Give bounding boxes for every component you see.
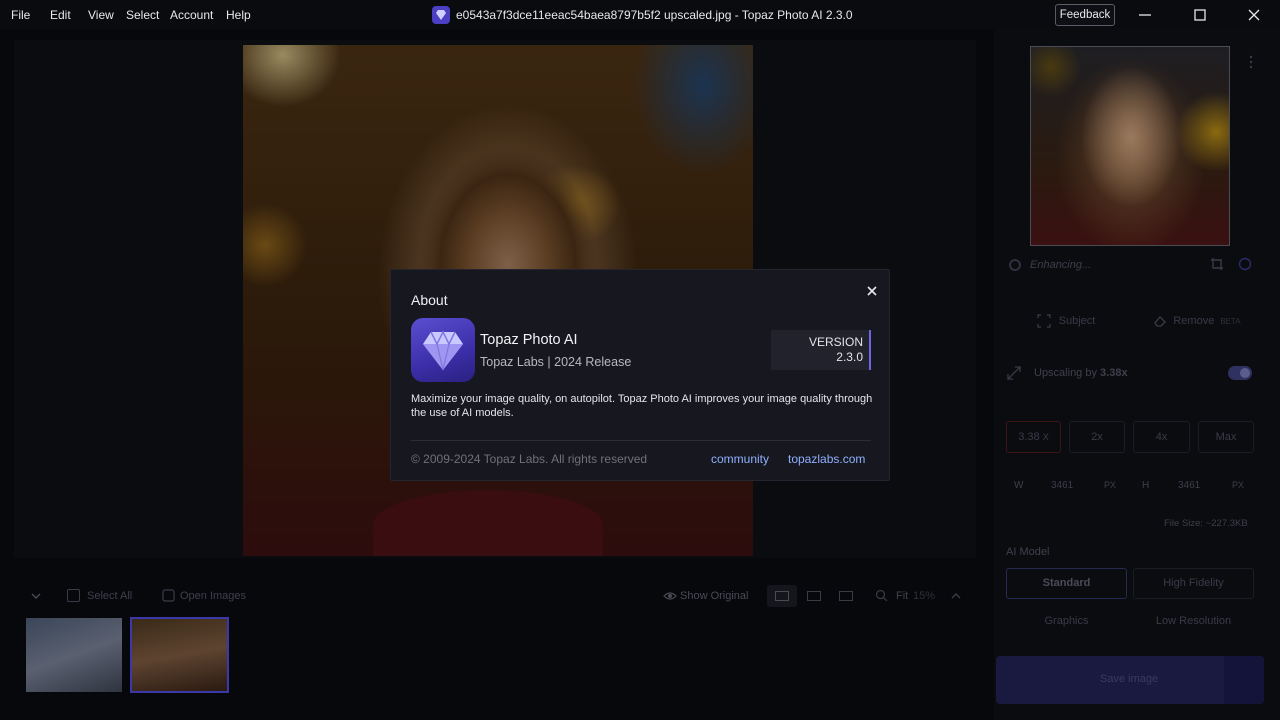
upscaling-text: Upscaling by 3.38x [1034, 367, 1128, 379]
remove-button[interactable]: Remove BETA [1134, 302, 1260, 340]
maximize-icon[interactable] [1190, 5, 1210, 25]
scale-unit: X [1042, 432, 1049, 442]
beta-badge: BETA [1220, 316, 1241, 326]
height-unit[interactable]: PX [1232, 480, 1244, 490]
view-side-by-side-button[interactable] [839, 591, 853, 601]
upscaling-prefix: Upscaling by [1034, 367, 1101, 379]
divider [411, 440, 871, 441]
select-all-checkbox[interactable] [67, 589, 80, 602]
height-value[interactable]: 3461 [1178, 480, 1200, 491]
upscale-toggle[interactable] [1228, 366, 1252, 380]
about-title: About [411, 292, 448, 308]
file-size: File Size: ~227.3KB [1164, 518, 1248, 529]
open-images-icon [162, 589, 175, 602]
model-low-resolution[interactable]: Low Resolution [1133, 606, 1254, 637]
view-split-button[interactable] [807, 591, 821, 601]
menu-file[interactable]: File [11, 8, 30, 22]
view-single-button[interactable] [767, 585, 797, 607]
image-clothing [373, 490, 603, 556]
chevron-down-icon[interactable] [29, 589, 43, 603]
community-link[interactable]: community [711, 452, 769, 466]
chevron-up-icon[interactable] [949, 589, 963, 603]
open-images-button[interactable]: Open Images [180, 590, 246, 602]
version-label: VERSION [808, 335, 863, 349]
subject-icon [1036, 314, 1051, 328]
about-dialog: About Topaz Photo AI Topaz Labs | 2024 R… [390, 269, 890, 481]
version-box: VERSION 2.3.0 [771, 330, 871, 370]
zoom-fit[interactable]: Fit [896, 590, 908, 602]
app-window: File Edit View Select Account Help e0543… [0, 0, 1280, 720]
eraser-icon [1154, 316, 1167, 327]
app-description: Maximize your image quality, on autopilo… [411, 393, 873, 419]
title-bar: File Edit View Select Account Help e0543… [0, 0, 1280, 30]
diamond-icon [423, 330, 463, 371]
scale-input[interactable]: 3.38 X [1006, 421, 1061, 453]
show-original-button[interactable]: Show Original [680, 590, 748, 602]
filmstrip-thumb-1[interactable] [26, 618, 122, 692]
single-view-icon [775, 591, 789, 601]
ai-model-label: AI Model [1006, 546, 1050, 558]
scale-2x-button[interactable]: 2x [1069, 421, 1125, 453]
scale-input-value: 3.38 [1018, 431, 1040, 443]
scale-max-button[interactable]: Max [1198, 421, 1254, 453]
model-standard[interactable]: Standard [1006, 568, 1127, 599]
crop-icon[interactable] [1210, 257, 1224, 271]
subject-button[interactable]: Subject [1006, 302, 1126, 340]
scale-4x-button[interactable]: 4x [1133, 421, 1190, 453]
menu-edit[interactable]: Edit [50, 8, 71, 22]
close-icon[interactable] [863, 282, 881, 300]
zoom-icon [875, 589, 888, 602]
eye-icon [663, 592, 677, 600]
menu-account[interactable]: Account [170, 8, 213, 22]
app-name: Topaz Photo AI [480, 332, 578, 348]
height-label: H [1142, 480, 1150, 491]
toggle-knob [1240, 368, 1250, 378]
menu-view[interactable]: View [88, 8, 114, 22]
model-graphics[interactable]: Graphics [1006, 606, 1127, 637]
window-title-text: e0543a7f3dce11eeac54baea8797b5f2 upscale… [456, 8, 853, 22]
select-all-label[interactable]: Select All [87, 590, 132, 602]
model-high-fidelity[interactable]: High Fidelity [1133, 568, 1254, 599]
preview-more-icon[interactable] [1246, 54, 1256, 70]
zoom-level[interactable]: 15% [913, 590, 935, 602]
filmstrip-thumb-2[interactable] [130, 617, 229, 693]
menu-select[interactable]: Select [126, 8, 159, 22]
upscale-icon [1007, 366, 1021, 380]
width-unit[interactable]: PX [1104, 480, 1116, 490]
preview-thumbnail[interactable] [1030, 46, 1230, 246]
width-value[interactable]: 3461 [1051, 480, 1073, 491]
status-text: Enhancing... [1030, 259, 1092, 271]
face-icon[interactable] [1238, 257, 1252, 271]
app-subtitle: Topaz Labs | 2024 Release [480, 355, 632, 369]
version-number: 2.3.0 [836, 350, 863, 364]
app-icon [411, 318, 475, 382]
save-image-button[interactable]: Save image [996, 656, 1264, 704]
remove-label: Remove [1173, 315, 1215, 327]
subject-label: Subject [1058, 315, 1096, 327]
spinner-icon [1009, 259, 1021, 271]
upscaling-value: 3.38x [1100, 367, 1128, 379]
close-window-icon[interactable] [1244, 5, 1264, 25]
menu-help[interactable]: Help [226, 8, 251, 22]
preview-image [1031, 47, 1229, 245]
width-label: W [1014, 480, 1024, 491]
app-logo-icon [432, 6, 450, 24]
feedback-button[interactable]: Feedback [1055, 4, 1115, 26]
save-label: Save image [1100, 673, 1159, 685]
save-options-button[interactable] [1224, 656, 1264, 704]
minimize-icon[interactable] [1135, 5, 1155, 25]
website-link[interactable]: topazlabs.com [788, 452, 865, 466]
window-title: e0543a7f3dce11eeac54baea8797b5f2 upscale… [432, 6, 853, 24]
copyright-text: © 2009-2024 Topaz Labs. All rights reser… [411, 452, 648, 466]
